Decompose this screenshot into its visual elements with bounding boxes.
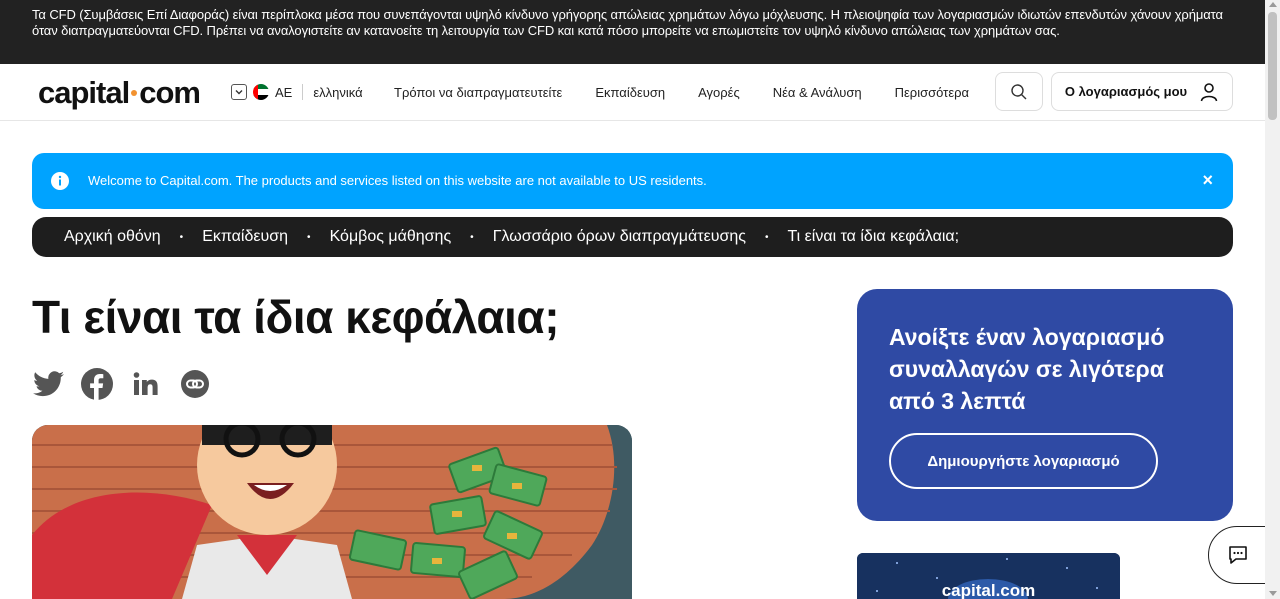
copy-link-icon[interactable] xyxy=(179,368,211,400)
us-residents-banner: Welcome to Capital.com. The products and… xyxy=(32,153,1233,209)
close-icon[interactable]: × xyxy=(1202,171,1213,189)
search-icon xyxy=(1011,83,1027,99)
capital-logo: capital.com xyxy=(941,581,1036,599)
scroll-up-arrow[interactable] xyxy=(1269,2,1277,7)
banner-text: Welcome to Capital.com. The products and… xyxy=(88,173,707,188)
scrollbar[interactable] xyxy=(1265,0,1280,599)
nav-ways-to-trade[interactable]: Τρόποι να διαπραγματευτείτε xyxy=(394,85,562,100)
risk-warning: Τα CFD (Συμβάσεις Επί Διαφοράς) είναι πε… xyxy=(0,0,1265,64)
breadcrumb-home[interactable]: Αρχική οθόνη xyxy=(64,228,161,246)
main-nav: Τρόποι να διαπραγματευτείτε Εκπαίδευση Α… xyxy=(394,85,1002,100)
region-code: AE xyxy=(275,84,293,100)
breadcrumb: Αρχική οθόνη • Εκπαίδευση • Κόμβος μάθησ… xyxy=(32,217,1233,257)
breadcrumb-glossary[interactable]: Γλωσσάριο όρων διαπραγμάτευσης xyxy=(493,228,746,246)
app-promo-card[interactable]: capital.com xyxy=(857,553,1120,599)
scrollbar-thumb[interactable] xyxy=(1268,12,1277,120)
scroll-down-arrow[interactable] xyxy=(1269,591,1277,596)
nav-news-analysis[interactable]: Νέα & Ανάλυση xyxy=(773,85,862,100)
chat-button[interactable] xyxy=(1208,526,1268,584)
breadcrumb-learning-hub[interactable]: Κόμβος μάθησης xyxy=(330,228,452,246)
uae-flag-icon xyxy=(253,84,269,100)
chevron-down-icon[interactable] xyxy=(231,84,247,100)
breadcrumb-current: Τι είναι τα ίδια κεφάλαια; xyxy=(787,228,960,245)
linkedin-icon[interactable] xyxy=(130,368,162,400)
promo-title: Ανοίξτε έναν λογαριασμό συναλλαγών σε λι… xyxy=(889,324,1165,414)
article-hero-image xyxy=(32,425,632,599)
nav-more[interactable]: Περισσότερα xyxy=(895,85,969,100)
language-selector[interactable]: ελληνικά xyxy=(313,85,362,100)
create-account-button[interactable]: Δημιουργήστε λογαριασμό xyxy=(889,433,1158,489)
chat-icon xyxy=(1229,546,1247,564)
info-icon xyxy=(51,172,69,190)
breadcrumb-education[interactable]: Εκπαίδευση xyxy=(202,228,288,246)
logo-dot xyxy=(131,89,138,96)
site-header: capital com AE ελληνικά Τρόποι να διαπραγ… xyxy=(0,64,1265,121)
logo[interactable]: capital com xyxy=(38,75,201,111)
open-account-card: Ανοίξτε έναν λογαριασμό συναλλαγών σε λι… xyxy=(857,289,1233,521)
facebook-icon[interactable] xyxy=(81,368,113,400)
user-icon xyxy=(1200,82,1218,101)
region-selector[interactable]: AE ελληνικά xyxy=(231,84,363,100)
share-bar xyxy=(32,368,211,400)
nav-markets[interactable]: Αγορές xyxy=(698,85,740,100)
my-account-button[interactable]: Ο λογαριασμός μου xyxy=(1051,72,1233,111)
page-title: Τι είναι τα ίδια κεφάλαια; xyxy=(32,291,560,343)
my-account-label: Ο λογαριασμός μου xyxy=(1064,84,1188,99)
nav-education[interactable]: Εκπαίδευση xyxy=(595,85,665,100)
twitter-icon[interactable] xyxy=(32,368,64,400)
search-button[interactable] xyxy=(995,72,1043,111)
